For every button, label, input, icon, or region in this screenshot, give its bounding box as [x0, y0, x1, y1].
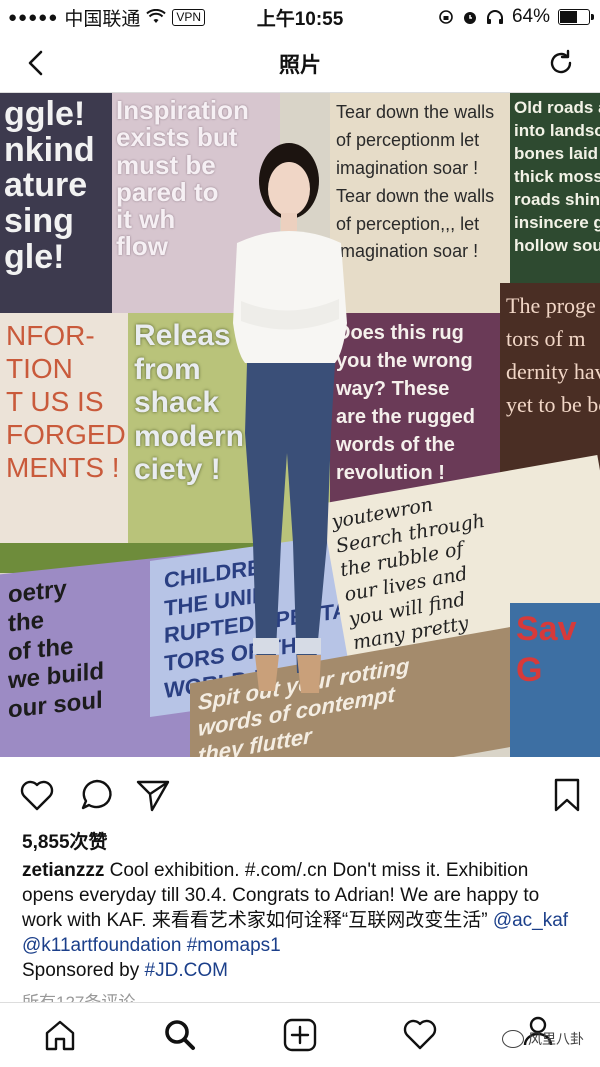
artwork-panel: Sav G: [510, 603, 600, 757]
rotation-lock-icon: [439, 10, 453, 24]
person-figure: [233, 143, 347, 693]
comment-icon[interactable]: [78, 776, 116, 814]
like-count[interactable]: 5,855次赞: [22, 827, 108, 854]
watermark-text: 风里八卦: [528, 1031, 584, 1047]
post-photo[interactable]: ggle! nkind ature sing gle! Inspiration …: [0, 93, 600, 757]
battery-percent: 64%: [511, 6, 550, 27]
caption-username[interactable]: zetianzzz: [22, 860, 104, 881]
tab-bar: 风里八卦: [0, 1002, 600, 1067]
hashtag-link[interactable]: #JD.COM: [145, 960, 228, 981]
battery-icon: [558, 9, 594, 25]
search-icon[interactable]: [162, 1017, 198, 1053]
page-title: 照片: [279, 54, 321, 77]
refresh-icon[interactable]: [546, 48, 576, 78]
headphones-icon: [486, 10, 503, 24]
send-icon[interactable]: [134, 776, 172, 814]
wechat-icon: [502, 1030, 524, 1048]
home-icon[interactable]: [42, 1017, 78, 1053]
watermark: 风里八卦: [502, 1029, 584, 1049]
post-actions: [0, 770, 600, 820]
mention-link[interactable]: @ac_kaf: [493, 910, 568, 931]
status-bar: ●●●●● 中国联通 VPN 上午10:55 64%: [0, 0, 600, 34]
post-caption: zetianzzz Cool exhibition. #.com/.cn Don…: [22, 858, 582, 983]
heart-icon[interactable]: [402, 1017, 438, 1053]
alarm-icon: [463, 12, 476, 24]
artwork-panel: NFOR- TION T US IS FORGED MENTS !: [0, 313, 140, 565]
bookmark-icon[interactable]: [548, 776, 586, 814]
hashtag-link[interactable]: #momaps1: [187, 935, 281, 956]
mention-link[interactable]: @k11artfoundation: [22, 935, 181, 956]
artwork-panel: ggle! nkind ature sing gle!: [0, 93, 120, 321]
nav-bar: 照片: [0, 34, 600, 93]
sponsored-label: Sponsored by: [22, 960, 145, 981]
add-post-icon[interactable]: [282, 1017, 318, 1053]
heart-icon[interactable]: [18, 776, 56, 814]
